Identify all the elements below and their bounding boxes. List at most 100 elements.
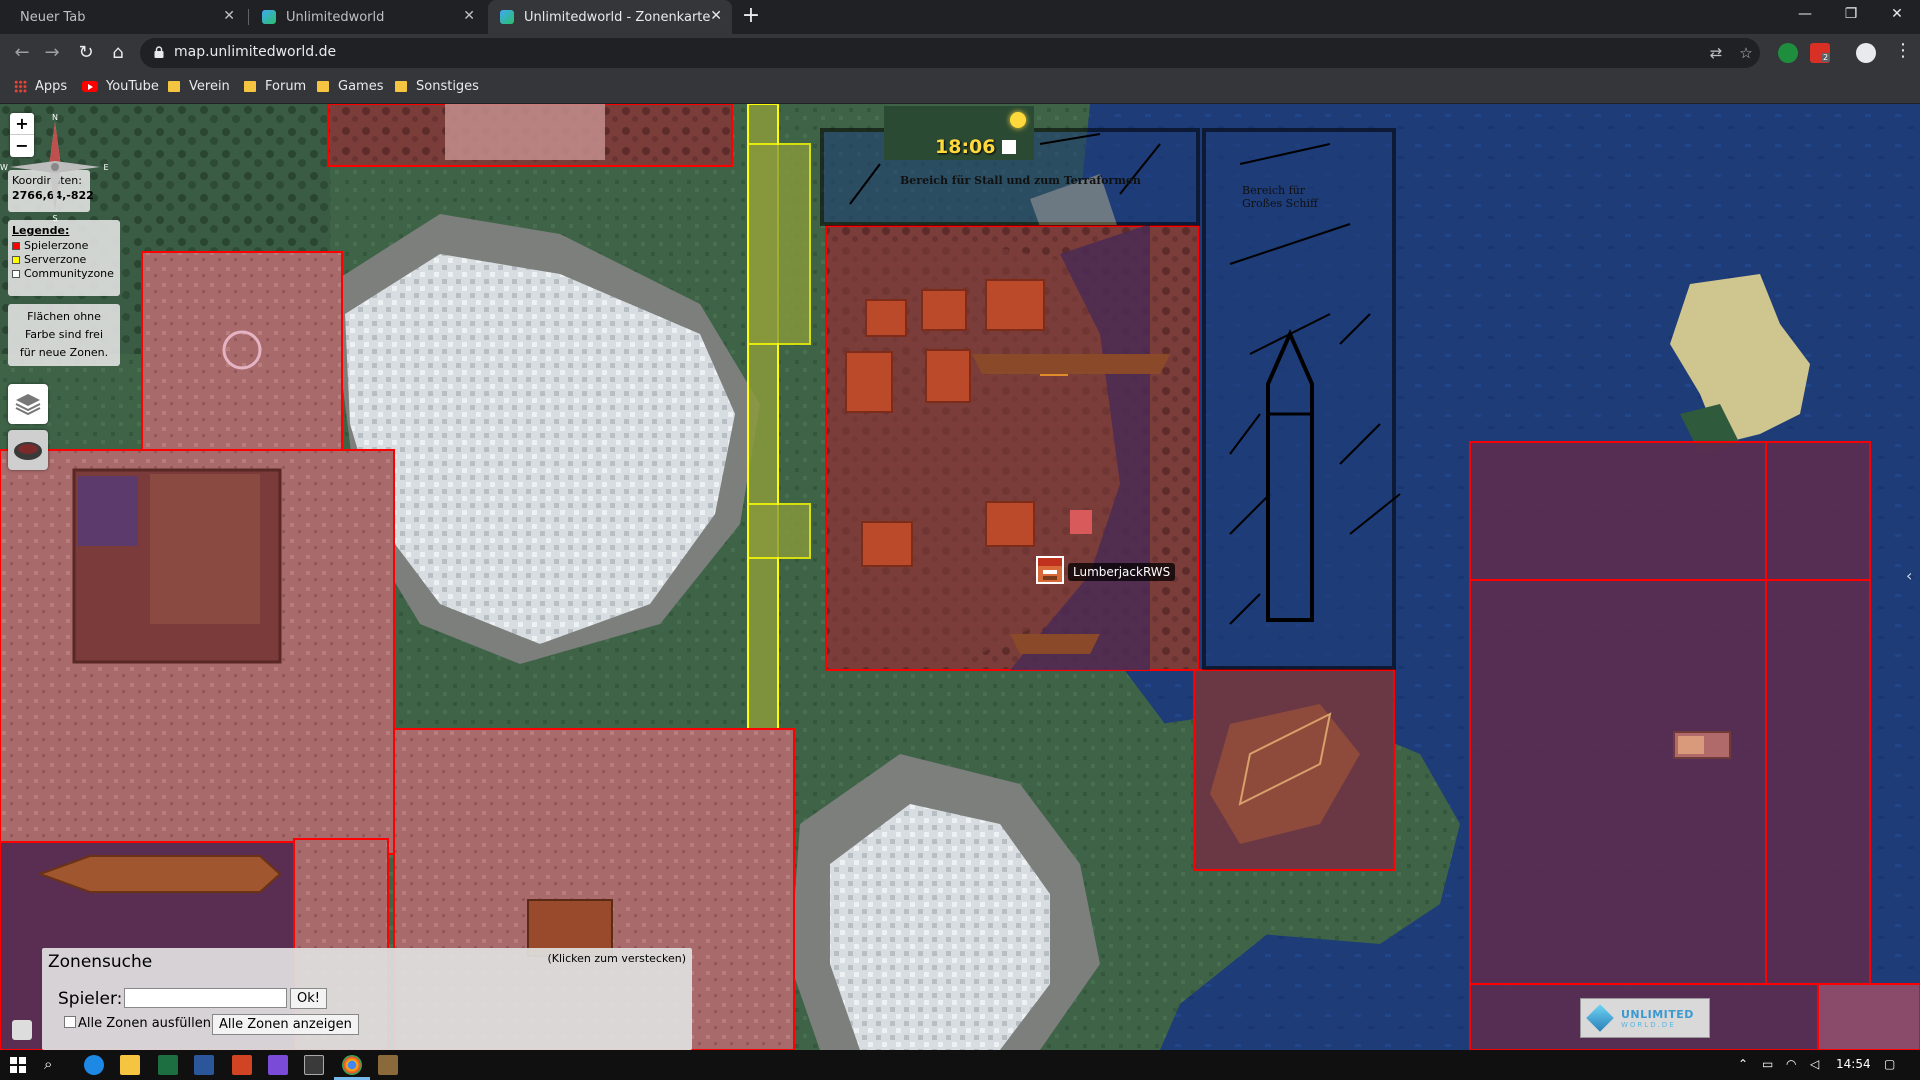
legend-title: Legende:	[12, 224, 70, 237]
layers-button[interactable]	[8, 384, 48, 424]
window-close-icon[interactable]: ✕	[1874, 0, 1920, 30]
back-arrow-icon[interactable]: ←	[8, 39, 36, 67]
map-tiles[interactable]	[0, 104, 1920, 1050]
new-tab-plus-icon[interactable]: +	[738, 4, 764, 30]
close-icon[interactable]: ✕	[710, 8, 722, 24]
wifi-icon[interactable]: ◠	[1786, 1057, 1796, 1071]
tab-label: Unlimitedworld - Zonenkarte	[524, 9, 711, 25]
globe-icon	[500, 10, 514, 24]
bookmark-star-icon[interactable]: ☆	[1736, 43, 1756, 63]
powerpoint-icon[interactable]	[232, 1055, 252, 1075]
search-icon[interactable]: ⌕	[44, 1055, 52, 1073]
legend-swatch	[12, 269, 20, 278]
close-icon[interactable]: ✕	[463, 8, 475, 24]
hide-panel-hint[interactable]: (Klicken zum verstecken)	[547, 952, 686, 965]
note-line: Flächen ohne	[27, 310, 101, 323]
excel-icon[interactable]	[158, 1055, 178, 1075]
player-name-label[interactable]: LumberjackRWS	[1068, 563, 1176, 581]
unlimitedworld-logo: UNLIMITED WORLD.DE	[1580, 998, 1710, 1038]
tab-zonenkarte[interactable]: Unlimitedworld - Zonenkarte ✕	[488, 0, 732, 34]
tab-new-tab[interactable]: Neuer Tab ✕	[0, 0, 245, 34]
lock-icon	[154, 46, 164, 58]
minimize-icon[interactable]: —	[1782, 0, 1828, 30]
folder-icon	[317, 81, 329, 92]
zone-note-ship: Bereich für Großes Schiff	[1242, 184, 1318, 210]
compass-e: E	[103, 163, 108, 172]
layers-icon	[15, 394, 41, 416]
folder-icon	[395, 81, 407, 92]
onenote-icon[interactable]	[268, 1055, 288, 1075]
legend-item-spielerzone: Spielerzone	[12, 239, 116, 252]
folder-icon	[244, 81, 256, 92]
compass-n: N	[52, 113, 58, 122]
adblock-count-badge: 2	[1821, 53, 1831, 62]
file-explorer-icon[interactable]	[120, 1055, 140, 1075]
edge-icon[interactable]	[84, 1055, 104, 1075]
notification-icon[interactable]: ▢	[1884, 1057, 1895, 1071]
cube-logo-icon	[1586, 1004, 1614, 1032]
tab-separator	[248, 9, 249, 25]
close-icon[interactable]: ✕	[223, 8, 235, 24]
free-area-note: Flächen ohne Farbe sind frei für neue Zo…	[8, 304, 120, 366]
sun-icon	[1010, 112, 1026, 128]
adblock-extension-icon[interactable]: 2	[1810, 43, 1831, 63]
tray-chevron-icon[interactable]: ⌃	[1738, 1057, 1748, 1071]
lightroom-icon[interactable]	[304, 1055, 324, 1075]
bookmark-apps[interactable]: Apps	[14, 79, 67, 94]
show-all-zones-button[interactable]: Alle Zonen anzeigen	[212, 1014, 359, 1035]
zone-note-line: Bereich für	[1242, 184, 1306, 197]
forward-arrow-icon[interactable]: →	[38, 39, 66, 67]
legend-swatch	[12, 241, 20, 250]
legend-label: Spielerzone	[24, 239, 89, 252]
sidebar-expand-chevron-icon[interactable]: ‹	[1906, 566, 1912, 585]
bookmark-label: Verein	[189, 79, 230, 94]
windows-taskbar: ⌕ ⌃ ▭ ◠ ◁ 14:54 ▢	[0, 1050, 1920, 1080]
menu-dots-icon[interactable]: ⋮	[1894, 40, 1912, 61]
zone-note-line: Großes Schiff	[1242, 197, 1318, 210]
restore-icon[interactable]: ❐	[1828, 0, 1874, 30]
shield-extension-icon[interactable]	[1778, 43, 1798, 63]
compass-w: W	[0, 163, 8, 172]
bookmark-youtube[interactable]: YouTube	[82, 79, 159, 94]
address-bar[interactable]: map.unlimitedworld.de ⇄ ☆	[140, 38, 1760, 68]
bookmark-games[interactable]: Games	[317, 79, 383, 94]
taskbar-clock[interactable]: 14:54	[1836, 1057, 1871, 1071]
player-avatar-icon[interactable]	[1036, 556, 1064, 584]
youtube-icon	[82, 81, 98, 92]
home-icon[interactable]: ⌂	[104, 39, 132, 67]
reload-icon[interactable]: ↻	[72, 39, 100, 67]
bookmark-verein[interactable]: Verein	[168, 79, 230, 94]
volume-icon[interactable]: ◁	[1810, 1057, 1819, 1071]
legend-swatch	[12, 255, 20, 264]
translate-icon[interactable]: ⇄	[1706, 43, 1726, 63]
folder-icon	[168, 81, 180, 92]
minecart-layer-button[interactable]	[8, 430, 48, 470]
player-search-label: Spieler:	[58, 989, 123, 1009]
globe-icon	[262, 10, 276, 24]
word-icon[interactable]	[194, 1055, 214, 1075]
windows-start-icon[interactable]	[10, 1057, 26, 1073]
zone-map[interactable]: + − Koordinaten: 2766,64,-822 Legende: S…	[0, 104, 1920, 1050]
logo-line1: UNLIMITED	[1621, 1007, 1694, 1021]
battery-icon[interactable]: ▭	[1762, 1057, 1773, 1071]
link-icon[interactable]	[12, 1020, 32, 1040]
fill-all-zones-checkbox[interactable]	[64, 1016, 76, 1028]
minecraft-icon[interactable]	[378, 1055, 398, 1075]
bookmark-forum[interactable]: Forum	[244, 79, 306, 94]
compass-s: S	[52, 214, 57, 222]
bookmark-label: YouTube	[106, 79, 159, 94]
chrome-icon[interactable]	[342, 1055, 362, 1075]
profile-avatar-icon[interactable]	[1856, 43, 1876, 63]
tab-label: Neuer Tab	[20, 9, 86, 25]
legend-label: Communityzone	[24, 267, 114, 280]
tab-unlimitedworld[interactable]: Unlimitedworld ✕	[250, 0, 485, 34]
bookmarks-bar: Apps YouTube Verein Forum Games Sonstige…	[0, 72, 1920, 104]
bookmark-label: Games	[338, 79, 384, 94]
note-line: Farbe sind frei	[24, 328, 104, 341]
url-text: map.unlimitedworld.de	[174, 44, 337, 60]
legend-item-serverzone: Serverzone	[12, 253, 116, 266]
bookmark-sonstiges[interactable]: Sonstiges	[395, 79, 479, 94]
player-search-input[interactable]	[124, 988, 287, 1008]
tab-label: Unlimitedworld	[286, 9, 385, 25]
ok-button[interactable]: Ok!	[290, 988, 327, 1009]
